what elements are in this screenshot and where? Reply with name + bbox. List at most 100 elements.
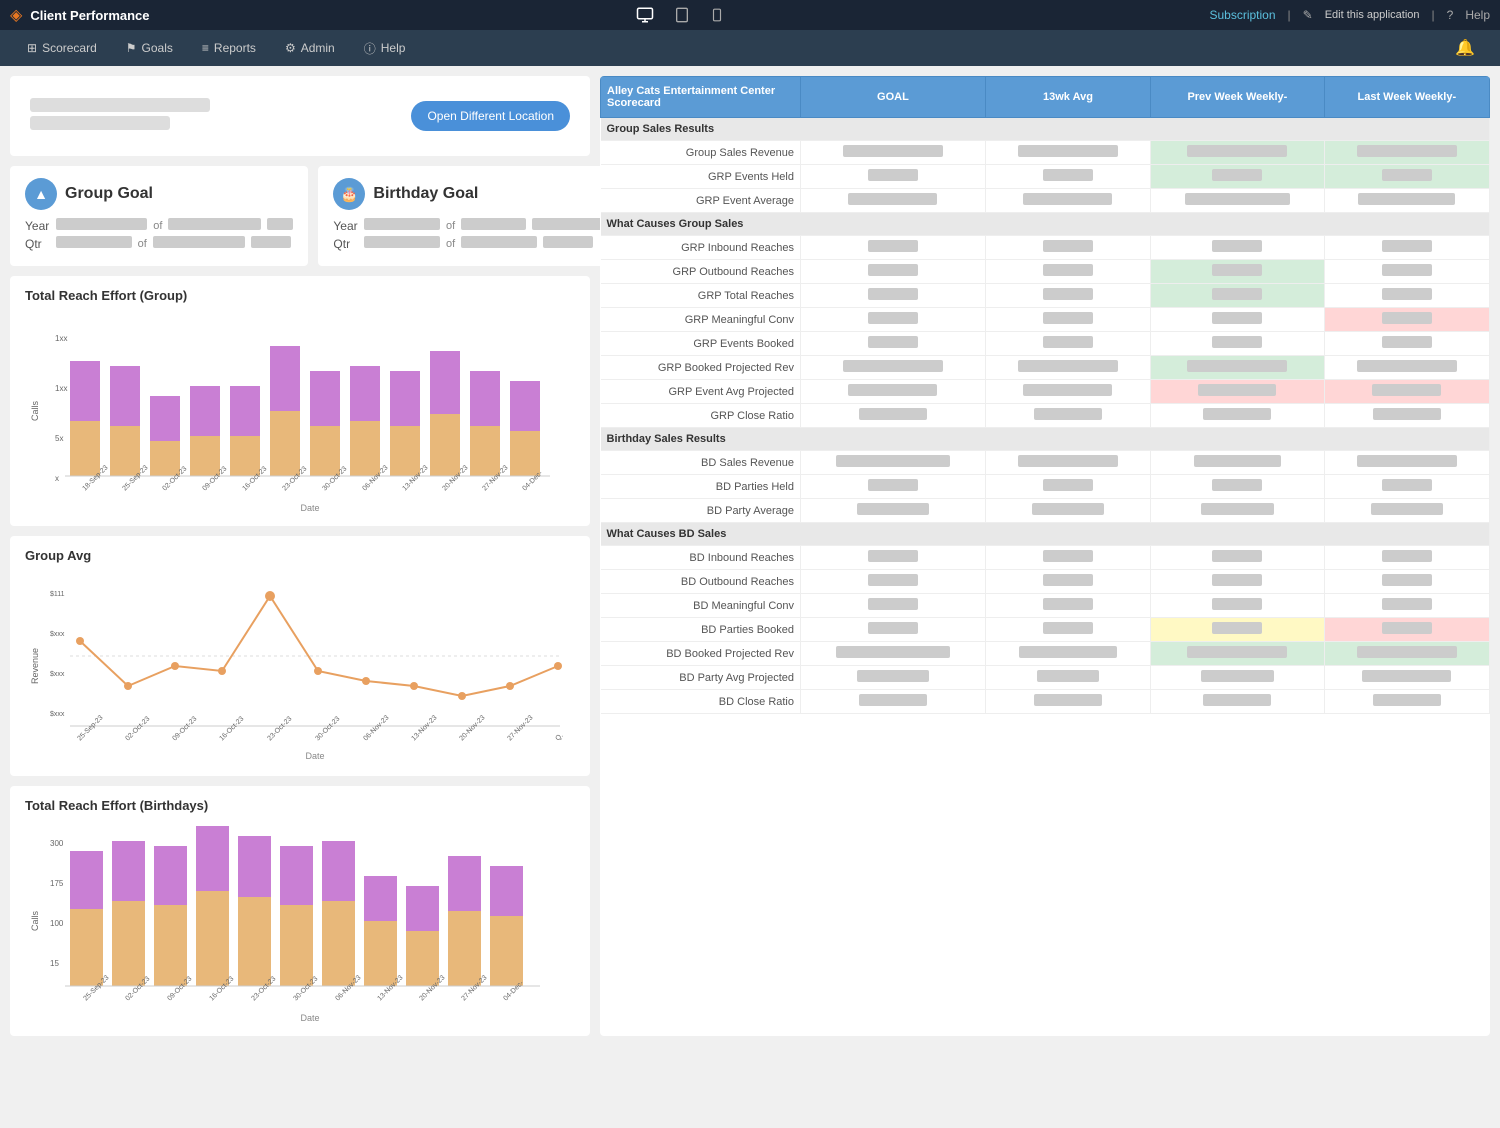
group-goal-qtr-val: $375.4K: [56, 236, 132, 251]
birthday-goal-qtr-row: Qtr $101.4K of $175.3K 11K: [333, 236, 602, 251]
chart-reach-birthday-title: Total Reach Effort (Birthdays): [25, 798, 575, 813]
desktop-icon[interactable]: [636, 6, 654, 24]
row-last: 37: [1324, 165, 1489, 189]
table-row: Birthday Sales Results: [601, 428, 1490, 451]
birthday-goal-year-row: Year $205.4K of $45.0K %%%%: [333, 218, 602, 233]
top-bar-right: Subscription | ✎ Edit this application |…: [1209, 8, 1490, 22]
table-row: GRP Events Held1110.22137: [601, 165, 1490, 189]
birthday-goal-qtr-target: $175.3K: [461, 236, 537, 251]
row-goal: 41: [801, 260, 986, 284]
row-prev: 58.59%: [1151, 404, 1324, 428]
svg-text:$xxx: $xxx: [50, 631, 65, 638]
row-prev: 24: [1151, 332, 1324, 356]
row-goal: 4B: [801, 475, 986, 499]
svg-text:23-Oct-23: 23-Oct-23: [266, 715, 293, 742]
svg-text:15: 15: [50, 959, 59, 968]
row-avg: 38.9: [985, 618, 1150, 642]
row-label: GRP Events Booked: [601, 332, 801, 356]
admin-icon: ⚙: [285, 41, 296, 55]
table-row: GRP Outbound Reaches4162.92814: [601, 260, 1490, 284]
svg-text:Date: Date: [305, 751, 324, 761]
app-icon: ◈: [10, 5, 22, 25]
bar-orange-2: [110, 426, 140, 476]
dot-6: [314, 667, 322, 675]
svg-text:20-Nov-23: 20-Nov-23: [458, 714, 486, 742]
row-label: BD Party Avg Projected: [601, 666, 801, 690]
col-header-prev: Prev Week Weekly-: [1151, 77, 1324, 118]
row-prev: 24: [1151, 308, 1324, 332]
help-label[interactable]: Help: [1465, 8, 1490, 22]
dot-4: [218, 667, 226, 675]
row-label: BD Parties Booked: [601, 618, 801, 642]
row-goal: $17,779.24: [801, 141, 986, 165]
sec-nav: ⊞ Scorecard ⚑ Goals ≡ Reports ⚙ Admin ⓘ …: [0, 30, 1500, 66]
edit-app-link[interactable]: Edit this application: [1325, 9, 1420, 21]
top-bar: ◈ Client Performance Subscription | ✎ Ed…: [0, 0, 1500, 30]
row-last: $17,322.00: [1324, 451, 1489, 475]
row-goal: 14: [801, 332, 986, 356]
table-row: GRP Close Ratio34.17%27.09%58.59%71.09%: [601, 404, 1490, 428]
header-card: Open Different Location: [10, 76, 590, 156]
tablet-icon[interactable]: [674, 7, 690, 23]
table-row: GRP Inbound Reaches1330.93088: [601, 236, 1490, 260]
table-row: Group Sales Revenue$17,779.24$24,270.09$…: [601, 141, 1490, 165]
row-label: GRP Booked Projected Rev: [601, 356, 801, 380]
row-avg: 41.1: [985, 308, 1150, 332]
group-goal-qtr-label: Qtr: [25, 237, 50, 251]
bar-orange-11: [470, 426, 500, 476]
svg-text:1xx: 1xx: [55, 334, 67, 343]
bar-orange-5: [230, 436, 260, 476]
row-last: $16,302.00: [1324, 642, 1489, 666]
nav-reports[interactable]: ≡ Reports: [190, 35, 268, 61]
main-content: Open Different Location ▲ Group Goal Yea…: [0, 66, 1500, 1046]
row-last: 14: [1324, 260, 1489, 284]
nav-admin[interactable]: ⚙ Admin: [273, 35, 347, 61]
row-avg: 10.2: [985, 165, 1150, 189]
birthday-goal-header: 🎂 Birthday Goal: [333, 178, 602, 210]
row-prev: $13,000.00: [1151, 642, 1324, 666]
row-goal: 41: [801, 570, 986, 594]
row-avg: 94.1: [985, 284, 1150, 308]
svg-text:5x: 5x: [55, 434, 63, 443]
help-nav-label: Help: [381, 41, 406, 55]
nav-goals[interactable]: ⚑ Goals: [114, 35, 185, 61]
table-row: BD Booked Projected Rev$12,121.02B$11,06…: [601, 642, 1490, 666]
birthday-goal-year-pct: %%%%: [532, 218, 603, 233]
row-avg: $19,398.12: [985, 451, 1150, 475]
bd-bar-o-10: [448, 911, 481, 986]
table-row: BD Parties Held4B48.13B4B: [601, 475, 1490, 499]
table-row: GRP Meaningful Conv2441.12441: [601, 308, 1490, 332]
row-label: GRP Event Avg Projected: [601, 380, 801, 404]
svg-text:$111: $111: [50, 591, 65, 598]
subscription-link[interactable]: Subscription: [1209, 8, 1275, 22]
table-row: What Causes Group Sales: [601, 213, 1490, 236]
row-avg: 52.18%: [985, 690, 1150, 714]
svg-text:Revenue: Revenue: [30, 648, 40, 684]
row-avg: $11,060.23: [985, 642, 1150, 666]
birthday-goal-rows: Year $205.4K of $45.0K %%%% Qtr $101.4K …: [333, 218, 602, 251]
open-different-location-button[interactable]: Open Different Location: [411, 101, 570, 131]
app-title: Client Performance: [30, 8, 149, 23]
table-row: GRP Total Reaches4494.19671: [601, 284, 1490, 308]
device-icons: [636, 6, 724, 24]
scorecard-body: Group Sales ResultsGroup Sales Revenue$1…: [601, 118, 1490, 714]
section-header-cell: What Causes BD Sales: [601, 523, 1490, 546]
row-label: BD Inbound Reaches: [601, 546, 801, 570]
row-label: GRP Events Held: [601, 165, 801, 189]
birthday-goal-year-target: $45.0K: [461, 218, 526, 233]
row-avg: $87.27: [985, 666, 1150, 690]
row-goal: 13: [801, 236, 986, 260]
table-row: Group Sales Results: [601, 118, 1490, 141]
svg-text:Q.: Q.: [554, 732, 564, 742]
nav-scorecard[interactable]: ⊞ Scorecard: [15, 35, 109, 61]
mobile-icon[interactable]: [710, 8, 724, 22]
notification-bell[interactable]: 🔔: [1455, 38, 1485, 58]
svg-text:100: 100: [50, 919, 64, 928]
svg-text:1xx: 1xx: [55, 384, 67, 393]
table-row: GRP Event Average$1,040.82$2,419.97$31,0…: [601, 189, 1490, 213]
app-title-area: ◈ Client Performance: [10, 5, 150, 25]
svg-text:16-Oct-23: 16-Oct-23: [218, 715, 245, 742]
nav-help[interactable]: ⓘ Help: [352, 34, 418, 63]
location-name-blurred: [30, 98, 210, 112]
birthday-goal-card: 🎂 Birthday Goal Year $205.4K of $45.0K %…: [318, 166, 617, 266]
